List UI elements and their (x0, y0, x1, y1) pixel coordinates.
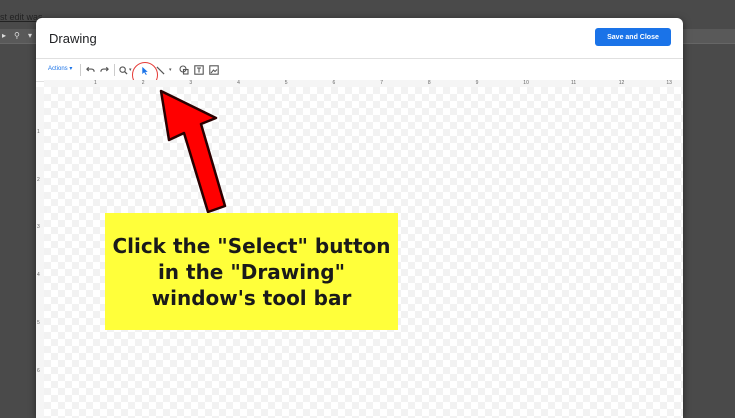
instruction-callout: Click the "Select" button in the "Drawin… (105, 213, 398, 330)
ruler-number: 6 (332, 80, 336, 86)
zoom-icon (118, 65, 128, 75)
zoom-button[interactable] (116, 63, 130, 77)
actions-menu[interactable]: Actions ▾ (48, 65, 72, 72)
redo-button[interactable] (97, 63, 111, 77)
ruler-number: 1 (94, 80, 97, 86)
instruction-text: Click the "Select" button in the "Drawin… (112, 233, 391, 310)
redo-icon (99, 66, 109, 72)
text-box-icon (194, 65, 204, 75)
ruler-number: 3 (37, 224, 40, 231)
toolbar-separator (114, 64, 115, 76)
ruler-number: 11 (571, 80, 577, 86)
ruler-number: 3 (189, 80, 193, 86)
image-icon (209, 65, 219, 75)
shape-icon (179, 65, 189, 75)
ruler-number: 5 (284, 80, 288, 86)
image-button[interactable] (207, 63, 221, 77)
ruler-number: 9 (475, 80, 479, 86)
dialog-title: Drawing (49, 31, 97, 46)
shape-button[interactable] (177, 63, 191, 77)
ruler-number: 10 (523, 80, 529, 86)
text-box-button[interactable] (192, 63, 206, 77)
background-search-icon: ⚲ (14, 31, 20, 40)
ruler-number: 6 (37, 367, 40, 374)
ruler-number: 5 (37, 319, 40, 326)
background-play-icon: ▸ (2, 31, 7, 40)
ruler-number: 13 (666, 80, 672, 86)
ruler-number: 4 (237, 80, 240, 86)
ruler-number: 2 (37, 176, 40, 183)
ruler-number: 7 (380, 80, 383, 86)
undo-icon (85, 66, 95, 72)
ruler-number: 2 (141, 80, 145, 86)
ruler-number: 8 (427, 80, 431, 86)
ruler-number: 4 (37, 272, 40, 279)
save-and-close-button[interactable]: Save and Close (595, 28, 671, 46)
ruler-number: 12 (618, 80, 625, 86)
line-chevron-down-icon[interactable]: ▾ (169, 67, 172, 73)
zoom-chevron-down-icon[interactable]: ▾ (129, 67, 132, 73)
undo-button[interactable] (83, 63, 97, 77)
background-chevron-down-icon: ▾ (28, 31, 33, 40)
ruler-number: 1 (37, 129, 40, 135)
toolbar-separator (80, 64, 81, 76)
